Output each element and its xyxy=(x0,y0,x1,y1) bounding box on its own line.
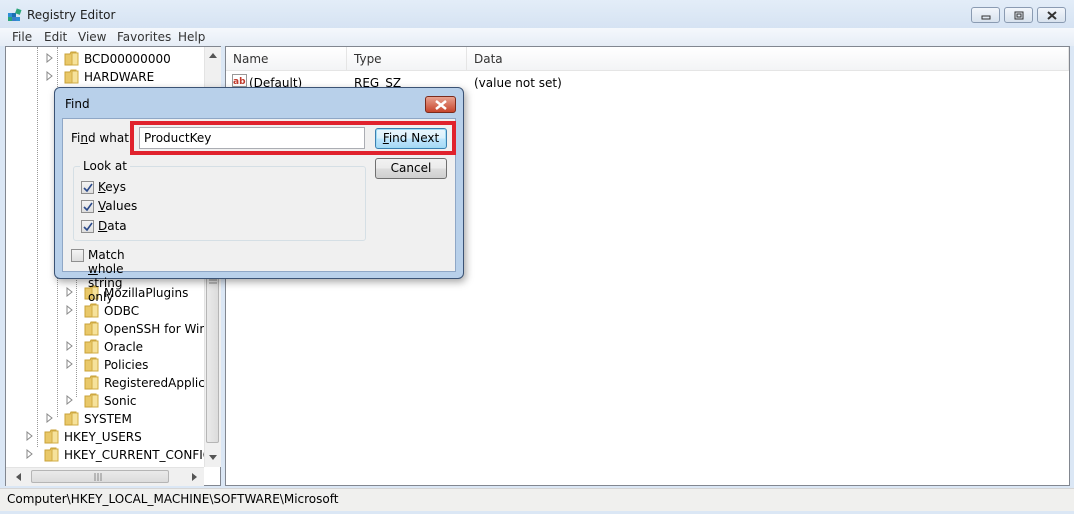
menu-favorites[interactable]: Favorites xyxy=(117,30,171,44)
expand-icon[interactable] xyxy=(66,395,74,405)
folder-icon xyxy=(44,447,59,462)
check-icon xyxy=(83,183,93,193)
expand-icon[interactable] xyxy=(26,431,34,441)
tree-item-label: HARDWARE xyxy=(84,70,155,84)
value-data: (value not set) xyxy=(474,76,562,90)
folder-icon xyxy=(44,429,59,444)
window-title: Registry Editor xyxy=(27,8,116,22)
svg-text:ab: ab xyxy=(233,77,246,87)
status-bar: Computer\HKEY_LOCAL_MACHINE\SOFTWARE\Mic… xyxy=(0,488,1074,511)
tree-item-label: Oracle xyxy=(104,340,144,354)
close-icon xyxy=(435,100,447,110)
check-icon xyxy=(83,202,93,212)
menu-file[interactable]: File xyxy=(12,30,32,44)
tree-item-label: SYSTEM xyxy=(84,412,132,426)
maximize-button[interactable] xyxy=(1004,7,1033,23)
cancel-button[interactable]: Cancel xyxy=(375,158,447,179)
tree-item-label: HKEY_USERS xyxy=(64,430,142,444)
dialog-close-button[interactable] xyxy=(425,96,456,113)
folder-icon xyxy=(84,321,99,336)
folder-icon xyxy=(84,357,99,372)
column-header-name[interactable]: Name xyxy=(226,47,347,71)
look-at-group: Look at Keys Values Data xyxy=(73,159,366,241)
status-path: Computer\HKEY_LOCAL_MACHINE\SOFTWARE\Mic… xyxy=(7,492,339,506)
folder-icon xyxy=(64,411,79,426)
menu-help[interactable]: Help xyxy=(178,30,205,44)
expand-icon[interactable] xyxy=(66,359,74,369)
tree-horizontal-scrollbar[interactable] xyxy=(6,467,204,486)
expand-icon[interactable] xyxy=(66,341,74,351)
maximize-icon xyxy=(1014,11,1024,20)
expand-icon[interactable] xyxy=(46,53,54,63)
string-value-icon: ab xyxy=(232,74,247,87)
expand-icon[interactable] xyxy=(26,449,34,459)
tree-item-label: Sonic xyxy=(104,394,137,408)
scroll-left-icon[interactable] xyxy=(16,473,21,481)
find-what-label: Find what: xyxy=(71,131,133,145)
tree-line xyxy=(76,277,77,397)
close-button[interactable] xyxy=(1037,7,1066,23)
scroll-thumb[interactable] xyxy=(31,470,169,483)
find-next-button[interactable]: Find Next xyxy=(375,128,447,149)
folder-icon xyxy=(84,339,99,354)
scroll-up-icon[interactable] xyxy=(209,53,217,58)
tree-item-label: HKEY_CURRENT_CONFIG xyxy=(64,448,204,462)
folder-icon xyxy=(84,303,99,318)
dialog-body: Find what: Find Next Cancel Look at Keys… xyxy=(62,118,456,304)
column-header-data[interactable]: Data xyxy=(467,47,1069,71)
close-icon xyxy=(1047,11,1057,20)
folder-icon xyxy=(64,51,79,66)
folder-icon xyxy=(84,393,99,408)
minimize-button[interactable] xyxy=(971,7,1000,23)
find-dialog: Find Find what: Find Next Cancel Look at… xyxy=(54,87,464,304)
tree-item-label: Policies xyxy=(104,358,149,372)
menu-view[interactable]: View xyxy=(78,30,106,44)
tree-item-label: RegisteredApplica xyxy=(104,376,204,390)
expand-icon[interactable] xyxy=(66,305,74,315)
dialog-title: Find xyxy=(65,97,90,111)
scroll-thumb[interactable] xyxy=(206,273,219,443)
title-bar: Registry Editor xyxy=(0,0,1074,28)
scroll-right-icon[interactable] xyxy=(192,473,197,481)
minimize-icon xyxy=(981,15,991,20)
expand-icon[interactable] xyxy=(46,413,54,423)
tree-item-label: OpenSSH for Wind xyxy=(104,322,204,336)
tree-line xyxy=(37,47,38,447)
scroll-down-icon[interactable] xyxy=(209,455,217,460)
tree-item-label: BCD00000000 xyxy=(84,52,171,66)
find-what-input[interactable] xyxy=(139,127,365,149)
look-at-label: Look at xyxy=(80,159,130,173)
grip-icon xyxy=(94,473,102,481)
tree-item-label: ODBC xyxy=(104,304,140,318)
folder-icon xyxy=(84,375,99,390)
column-header-type[interactable]: Type xyxy=(347,47,467,71)
registry-editor-icon xyxy=(8,8,22,21)
menu-edit[interactable]: Edit xyxy=(44,30,67,44)
expand-icon[interactable] xyxy=(46,71,54,81)
check-icon xyxy=(83,222,93,232)
menu-bar: File Edit View Favorites Help xyxy=(0,28,1074,46)
expand-icon[interactable] xyxy=(66,287,74,297)
folder-icon xyxy=(64,69,79,84)
